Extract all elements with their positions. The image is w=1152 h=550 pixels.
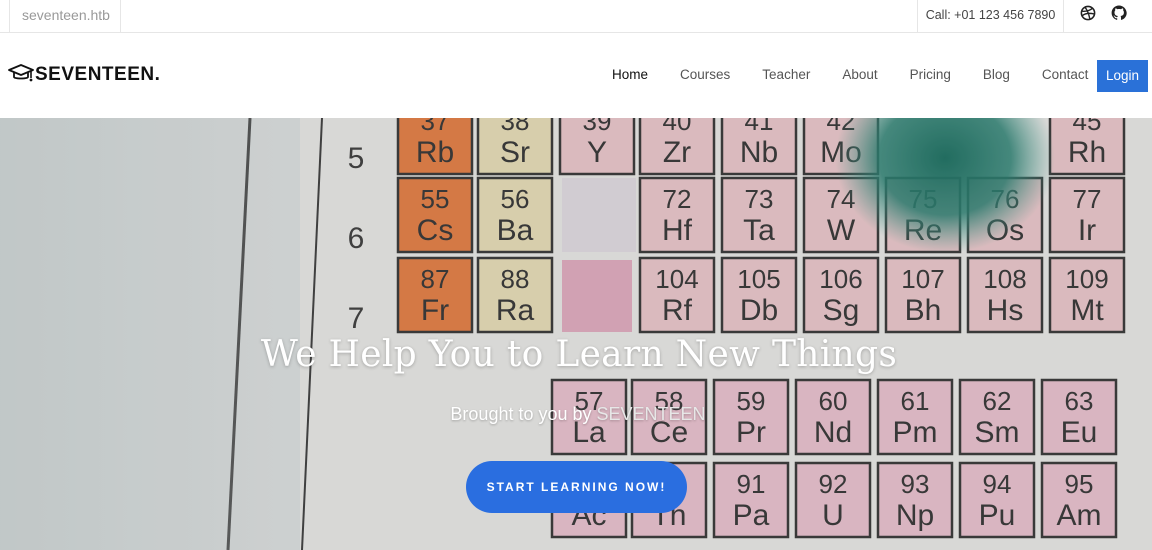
hero-subtitle: Brought to you by SEVENTEEN — [0, 404, 1152, 425]
nav-item-pricing[interactable]: Pricing — [894, 61, 967, 88]
nav-item-courses[interactable]: Courses — [664, 61, 746, 88]
nav-item-teacher[interactable]: Teacher — [746, 61, 826, 88]
dribbble-icon[interactable] — [1080, 5, 1098, 23]
hero-subtitle-brand: SEVENTEEN — [596, 404, 706, 424]
nav-menu: Home Courses Teacher About Pricing Blog … — [596, 61, 1104, 88]
hero-title: We Help You to Learn New Things — [260, 334, 898, 375]
graduation-cap-icon — [8, 63, 34, 87]
hero-subtitle-prefix: Brought to you by — [450, 404, 592, 424]
brand-name: SEVENTEEN. — [35, 64, 161, 85]
contact-phone: Call: +01 123 456 7890 — [917, 0, 1064, 32]
nav-item-about[interactable]: About — [826, 61, 893, 88]
site-domain: seventeen.htb — [9, 0, 121, 32]
nav-item-contact[interactable]: Contact — [1026, 61, 1105, 88]
top-bar: seventeen.htb Call: +01 123 456 7890 — [0, 0, 1152, 33]
hero-section: 56737Rb38Sr39Y40Zr41Nb42Mo45Rh55Cs56Ba72… — [0, 118, 1152, 550]
start-learning-button[interactable]: START LEARNING NOW! — [466, 461, 687, 513]
main-navbar: SEVENTEEN. Home Courses Teacher About Pr… — [0, 33, 1152, 118]
social-links — [1080, 5, 1129, 23]
github-icon[interactable] — [1111, 5, 1129, 23]
brand-logo[interactable]: SEVENTEEN. — [8, 63, 160, 87]
login-button[interactable]: Login — [1097, 60, 1148, 92]
nav-item-home[interactable]: Home — [596, 61, 664, 88]
nav-item-blog[interactable]: Blog — [967, 61, 1026, 88]
